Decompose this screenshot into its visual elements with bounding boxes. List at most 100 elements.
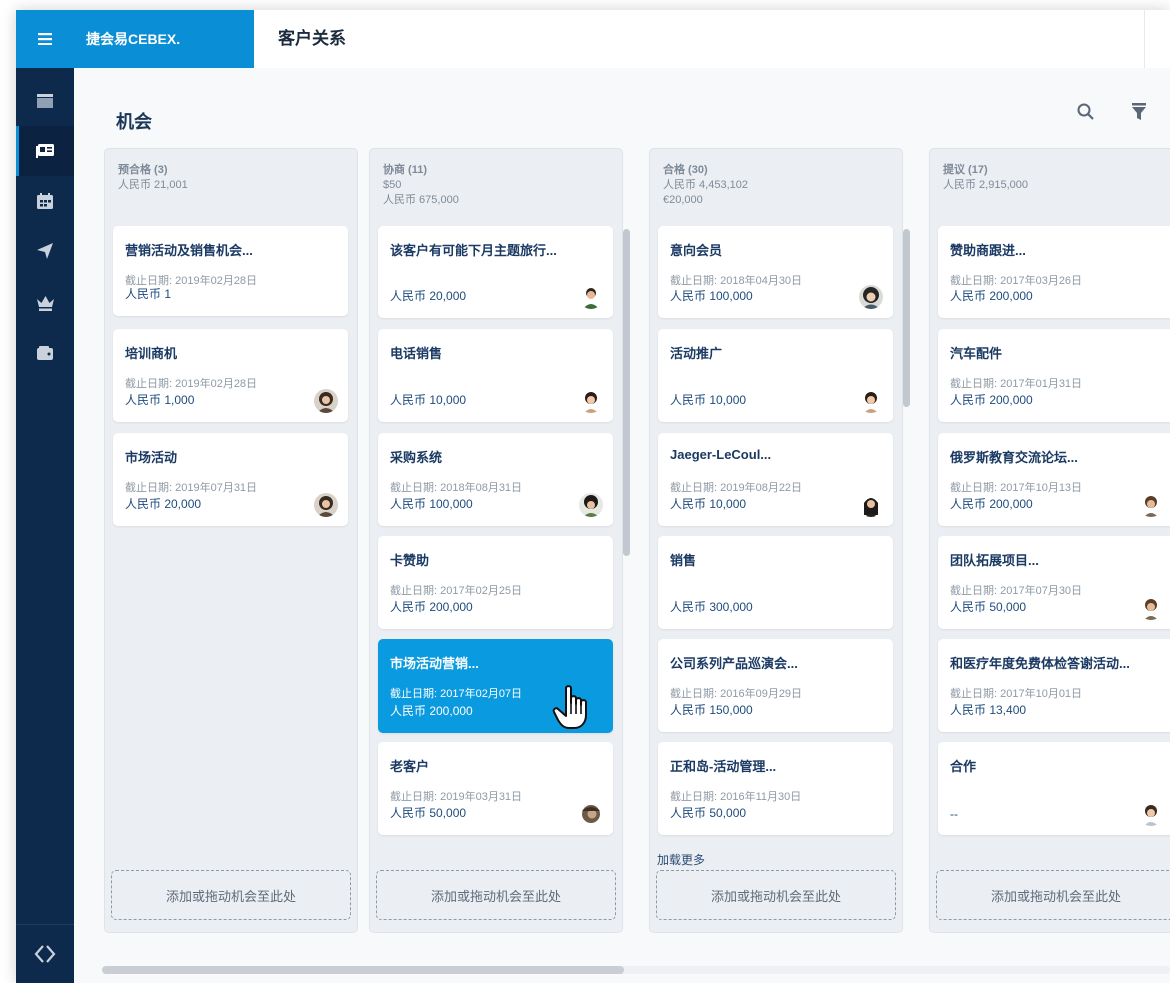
card-title: 该客户有可能下月主题旅行...	[390, 243, 557, 258]
card-title: 市场活动	[125, 450, 178, 465]
card-amount: 人民币 200,000	[390, 704, 473, 718]
opportunity-card[interactable]: 合作 --	[938, 742, 1170, 835]
avatar-icon	[1139, 802, 1163, 826]
card-due-date: 截止日期: 2017年10月13日	[950, 482, 1083, 494]
opportunity-card[interactable]: 老客户 截止日期: 2019年03月31日 人民币 50,000	[378, 742, 613, 835]
owner-avatar[interactable]	[579, 802, 603, 826]
opportunity-card[interactable]: 和医疗年度免费体检答谢活动... 截止日期: 2017年10月01日 人民币 1…	[938, 639, 1170, 732]
opportunity-card[interactable]: 活动推广 人民币 10,000	[658, 329, 893, 422]
pipeline-column-qualified: 合格 (30) 人民币 4,453,102 €20,000 意向会员 截止日期:…	[649, 148, 910, 933]
opportunity-card[interactable]: 销售 人民币 300,000	[658, 536, 893, 629]
opportunity-card[interactable]: 俄罗斯教育交流论坛... 截止日期: 2017年10月13日 人民币 200,0…	[938, 433, 1170, 526]
card-title: 老客户	[390, 759, 430, 774]
opportunity-card[interactable]: 团队拓展项目... 截止日期: 2017年07月30日 人民币 50,000	[938, 536, 1170, 629]
card-amount: 人民币 100,000	[390, 497, 473, 511]
code-logo-icon	[34, 945, 56, 963]
header-divider	[1144, 10, 1145, 68]
card-amount: 人民币 100,000	[670, 289, 753, 303]
card-due-date: 截止日期: 2018年08月31日	[390, 482, 523, 494]
column-name: 合格 (30)	[663, 164, 708, 176]
card-amount: 人民币 20,000	[125, 497, 202, 511]
opportunity-card[interactable]: 意向会员 截止日期: 2018年04月30日 人民币 100,000	[658, 226, 893, 318]
card-amount: 人民币 200,000	[950, 393, 1033, 407]
column-header: 合格 (30) 人民币 4,453,102 €20,000	[663, 163, 892, 208]
card-amount: 人民币 200,000	[390, 600, 473, 614]
owner-avatar[interactable]	[1139, 596, 1163, 620]
opportunity-card[interactable]: 该客户有可能下月主题旅行... 人民币 20,000	[378, 226, 613, 318]
avatar-icon	[579, 802, 603, 826]
opportunity-card[interactable]: 赞助商跟进... 截止日期: 2017年03月26日 人民币 200,000	[938, 226, 1170, 318]
card-title: 电话销售	[390, 346, 443, 361]
card-title: 俄罗斯教育交流论坛...	[950, 450, 1078, 465]
owner-avatar[interactable]	[579, 493, 603, 517]
opportunity-card[interactable]: 卡赞助 截止日期: 2017年02月25日 人民币 200,000	[378, 536, 613, 629]
opportunity-card[interactable]: Jaeger-LeCoul... 截止日期: 2019年08月22日 人民币 1…	[658, 433, 893, 526]
avatar-icon	[314, 389, 338, 413]
avatar-icon	[859, 493, 883, 517]
column-total: 人民币 21,001	[118, 179, 188, 191]
menu-button[interactable]	[16, 10, 74, 68]
opportunity-card[interactable]: 培训商机 截止日期: 2019年02月28日 人民币 1,000	[113, 329, 348, 422]
nav-item-campaigns[interactable]	[16, 226, 74, 276]
pipeline-column-proposal: 提议 (17) 人民币 2,915,000 赞助商跟进... 截止日期: 201…	[929, 148, 1170, 933]
owner-avatar[interactable]	[859, 389, 883, 413]
search-button[interactable]	[1072, 98, 1098, 124]
card-due-date: 截止日期: 2017年02月07日	[390, 688, 523, 700]
avatar-icon	[579, 493, 603, 517]
avatar-icon	[1139, 596, 1163, 620]
card-amount: 人民币 13,400	[950, 703, 1027, 717]
owner-avatar[interactable]	[579, 389, 603, 413]
owner-avatar[interactable]	[1139, 493, 1163, 517]
nav-item-wallet[interactable]	[16, 328, 74, 378]
add-opportunity-dropzone[interactable]: 添加或拖动机会至此处	[936, 870, 1170, 920]
opportunity-card[interactable]: 电话销售 人民币 10,000	[378, 329, 613, 422]
card-title: 市场活动营销...	[390, 656, 479, 671]
card-amount: 人民币 150,000	[670, 703, 753, 717]
owner-avatar[interactable]	[579, 285, 603, 309]
owner-avatar[interactable]	[314, 493, 338, 517]
card-title: 卡赞助	[390, 553, 430, 568]
nav-item-dashboard[interactable]	[16, 76, 74, 126]
add-opportunity-dropzone[interactable]: 添加或拖动机会至此处	[656, 870, 896, 920]
card-title: 采购系统	[390, 450, 443, 465]
opportunity-card[interactable]: 正和岛-活动管理... 截止日期: 2016年11月30日 人民币 50,000	[658, 742, 893, 835]
wallet-icon	[37, 346, 53, 360]
column-total: €20,000	[663, 194, 703, 206]
horizontal-scrollbar-thumb[interactable]	[102, 966, 624, 974]
opportunity-card[interactable]: 营销活动及销售机会... 截止日期: 2019年02月28日 人民币 1	[113, 226, 348, 316]
card-title: Jaeger-LeCoul...	[670, 447, 772, 462]
avatar-icon	[859, 389, 883, 413]
filter-button[interactable]	[1126, 98, 1152, 124]
owner-avatar[interactable]	[314, 389, 338, 413]
calendar-icon	[37, 193, 53, 209]
owner-avatar[interactable]	[1139, 802, 1163, 826]
column-scrollbar[interactable]	[623, 229, 630, 556]
owner-avatar[interactable]	[859, 493, 883, 517]
opportunity-card[interactable]: 市场活动 截止日期: 2019年07月31日 人民币 20,000	[113, 433, 348, 526]
load-more-link[interactable]: 加载更多	[657, 851, 705, 868]
nav-item-vip[interactable]	[16, 278, 74, 328]
opportunity-card[interactable]: 采购系统 截止日期: 2018年08月31日 人民币 100,000	[378, 433, 613, 526]
card-amount: 人民币 10,000	[670, 497, 747, 511]
card-amount: 人民币 50,000	[950, 600, 1027, 614]
column-scrollbar[interactable]	[903, 229, 910, 407]
add-opportunity-dropzone[interactable]: 添加或拖动机会至此处	[111, 870, 351, 920]
card-due-date: 截止日期: 2017年03月26日	[950, 275, 1083, 287]
card-due-date: 截止日期: 2017年07月30日	[950, 585, 1083, 597]
avatar-icon	[859, 285, 883, 309]
column-total: 人民币 4,453,102	[663, 179, 748, 191]
opportunity-card-selected[interactable]: 市场活动营销... 截止日期: 2017年02月07日 人民币 200,000	[378, 639, 613, 733]
card-amount: 人民币 1	[125, 287, 172, 301]
opportunity-card[interactable]: 汽车配件 截止日期: 2017年01月31日 人民币 200,000	[938, 329, 1170, 422]
opportunity-card[interactable]: 公司系列产品巡演会... 截止日期: 2016年09月29日 人民币 150,0…	[658, 639, 893, 732]
avatar-icon	[314, 493, 338, 517]
brand-logo[interactable]: 捷会易CEBEX.	[74, 10, 254, 68]
card-amount: 人民币 20,000	[390, 289, 467, 303]
card-amount: 人民币 10,000	[390, 393, 467, 407]
nav-item-calendar[interactable]	[16, 176, 74, 226]
owner-avatar[interactable]	[859, 285, 883, 309]
nav-item-opportunities[interactable]	[16, 126, 74, 176]
sidebar-logo-button[interactable]	[16, 924, 74, 983]
card-title: 营销活动及销售机会...	[125, 243, 253, 258]
add-opportunity-dropzone[interactable]: 添加或拖动机会至此处	[376, 870, 616, 920]
